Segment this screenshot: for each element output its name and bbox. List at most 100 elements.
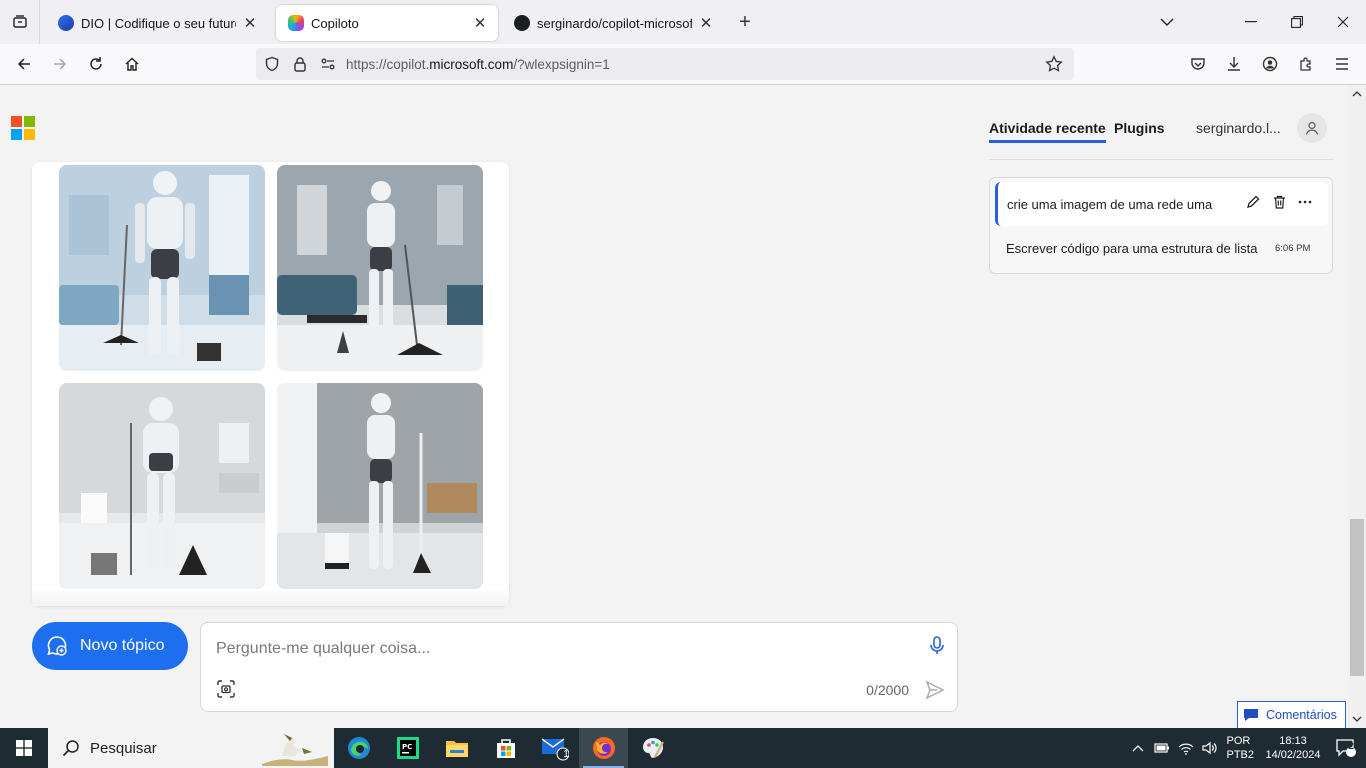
browser-tab-copilot[interactable]: Copiloto ✕: [276, 5, 498, 41]
pycharm-app[interactable]: PC: [383, 728, 432, 768]
account-icon: [1262, 56, 1278, 72]
generated-images-card: [32, 162, 509, 606]
notification-count: 2: [1348, 741, 1354, 752]
menu-button[interactable]: [1324, 48, 1360, 80]
sidebar-tabs: Atividade recente Plugins serginardo.l..…: [989, 113, 1333, 148]
generated-image[interactable]: [277, 383, 483, 589]
hamburger-icon: [1336, 58, 1348, 70]
generated-image[interactable]: [59, 165, 265, 371]
edge-icon: [347, 737, 370, 759]
forward-button[interactable]: [42, 48, 78, 80]
page-scrollbar[interactable]: [1348, 85, 1366, 728]
avatar[interactable]: [1297, 113, 1327, 143]
close-tab-icon[interactable]: ✕: [698, 15, 714, 32]
windows-icon: [16, 740, 32, 756]
new-chat-icon: [47, 636, 67, 656]
restore-button[interactable]: [1274, 0, 1320, 44]
battery-icon[interactable]: [1150, 728, 1174, 768]
browser-tab-github[interactable]: serginardo/copilot-microsoft ✕: [502, 5, 724, 41]
url-prefix: https://copilot.: [346, 56, 430, 72]
paint-app[interactable]: [628, 728, 677, 768]
recent-item-title: crie uma imagem de uma rede uma: [1007, 197, 1213, 212]
chevron-up-icon[interactable]: [1126, 728, 1150, 768]
svg-text:PC: PC: [402, 743, 412, 751]
generated-image[interactable]: [277, 165, 483, 371]
microphone-icon[interactable]: [929, 636, 945, 659]
arrow-right-icon: [54, 58, 67, 70]
person-icon: [1305, 121, 1319, 135]
clock[interactable]: 18:13 14/02/2024: [1260, 734, 1326, 762]
start-button[interactable]: [0, 728, 48, 768]
mail-badge: 1: [563, 749, 569, 760]
speaker-icon[interactable]: [1198, 728, 1222, 768]
taskbar-search[interactable]: Pesquisar: [48, 728, 334, 768]
generated-image[interactable]: [59, 383, 265, 589]
url-bar[interactable]: https://copilot.microsoft.com/?wlexpsign…: [256, 48, 1074, 80]
scroll-up-icon[interactable]: [1352, 89, 1362, 99]
comment-icon: [1244, 709, 1258, 721]
permissions-icon[interactable]: [314, 50, 342, 78]
firefox-app[interactable]: [579, 728, 628, 768]
recent-activity-list: crie uma imagem de uma rede uma Escrever…: [989, 177, 1333, 274]
close-tab-icon[interactable]: ✕: [242, 15, 258, 32]
close-tab-icon[interactable]: ✕: [472, 15, 488, 32]
delete-icon[interactable]: [1270, 193, 1288, 211]
download-icon: [1228, 57, 1240, 71]
mail-app[interactable]: 1: [530, 728, 579, 768]
recent-item[interactable]: crie uma imagem de uma rede uma: [995, 182, 1328, 226]
chat-composer: 0/2000: [200, 622, 958, 712]
more-icon[interactable]: [1296, 193, 1314, 211]
back-button[interactable]: [6, 48, 42, 80]
browser-tab-dio[interactable]: DIO | Codifique o seu futuro glo ✕: [46, 5, 268, 41]
home-button[interactable]: [114, 48, 150, 80]
dio-icon: [58, 15, 74, 31]
tab-list-button[interactable]: [0, 0, 40, 44]
browser-nav-bar: https://copilot.microsoft.com/?wlexpsign…: [0, 44, 1366, 85]
close-window-button[interactable]: [1320, 0, 1366, 44]
bookmark-star-icon[interactable]: [1040, 50, 1068, 78]
send-icon[interactable]: [925, 680, 945, 703]
store-icon: [496, 739, 515, 758]
chat-input[interactable]: [216, 637, 896, 661]
url-text[interactable]: https://copilot.microsoft.com/?wlexpsign…: [346, 57, 610, 72]
notification-button[interactable]: 2: [1326, 728, 1366, 768]
new-topic-label: Novo tópico: [80, 637, 165, 654]
lock-icon[interactable]: [286, 50, 314, 78]
chevron-down-icon[interactable]: [1144, 0, 1190, 44]
home-icon: [125, 57, 139, 71]
minimize-button[interactable]: [1228, 0, 1274, 44]
pocket-icon: [1191, 58, 1205, 70]
arrow-left-icon: [17, 58, 30, 70]
feedback-button[interactable]: Comentários: [1237, 701, 1346, 728]
new-tab-button[interactable]: +: [730, 7, 760, 37]
visual-search-icon[interactable]: [217, 680, 235, 701]
user-name[interactable]: serginardo.l...: [1196, 120, 1281, 136]
tab-recent-activity[interactable]: Atividade recente: [989, 120, 1106, 143]
edge-app[interactable]: [334, 728, 383, 768]
downloads-button[interactable]: [1216, 48, 1252, 80]
lang-line1: POR: [1226, 735, 1251, 747]
recent-item-title[interactable]: Escrever código para uma estrutura de li…: [1006, 241, 1268, 256]
scroll-down-icon[interactable]: [1352, 714, 1362, 724]
reload-icon: [90, 57, 102, 70]
store-app[interactable]: [481, 728, 530, 768]
microsoft-logo[interactable]: [11, 116, 35, 140]
extensions-button[interactable]: [1288, 48, 1324, 80]
firefox-icon: [592, 737, 615, 759]
account-button[interactable]: [1252, 48, 1288, 80]
clock-date: 14/02/2024: [1265, 749, 1321, 761]
shield-icon[interactable]: [258, 50, 286, 78]
puzzle-icon: [1300, 57, 1311, 71]
wifi-icon[interactable]: [1174, 728, 1198, 768]
scrollbar-thumb[interactable]: [1350, 519, 1364, 676]
tab-plugins[interactable]: Plugins: [1114, 120, 1165, 136]
file-explorer-app[interactable]: [432, 728, 481, 768]
new-topic-button[interactable]: Novo tópico: [32, 622, 188, 670]
reload-button[interactable]: [78, 48, 114, 80]
copilot-icon: [288, 15, 304, 31]
system-tray: POR PTB2 18:13 14/02/2024 2: [1126, 728, 1366, 768]
input-language[interactable]: POR PTB2: [1226, 734, 1254, 762]
browser-tab-strip: DIO | Codifique o seu futuro glo ✕ Copil…: [0, 0, 1366, 44]
pocket-button[interactable]: [1180, 48, 1216, 80]
edit-icon[interactable]: [1244, 193, 1262, 211]
